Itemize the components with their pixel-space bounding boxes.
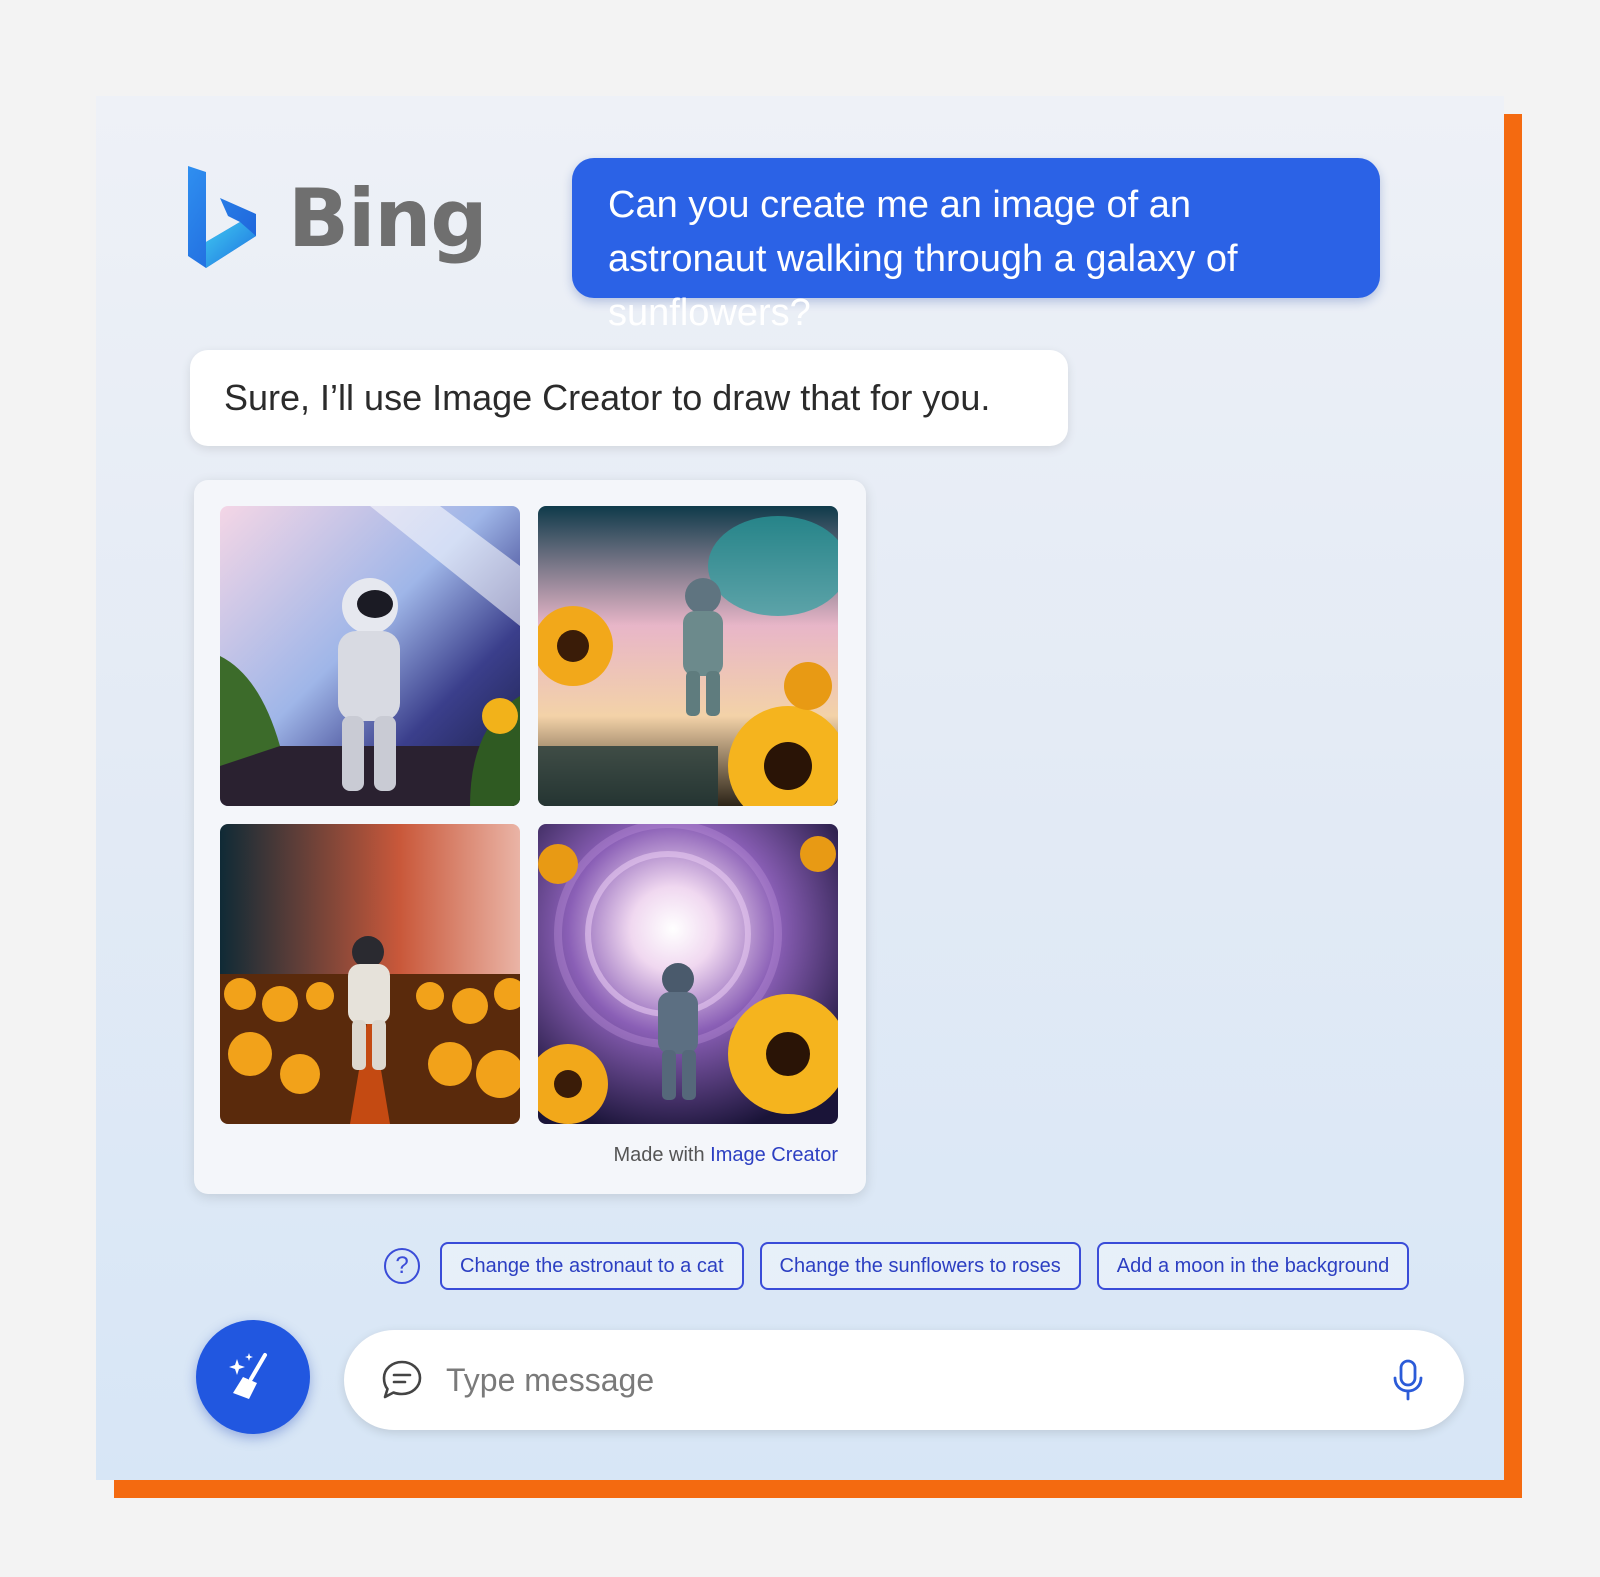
suggestion-row: ? Change the astronaut to a cat Change t… [384, 1242, 1410, 1290]
user-message-text: Can you create me an image of an astrona… [608, 184, 1238, 334]
bot-message-text: Sure, I’ll use Image Creator to draw tha… [224, 377, 991, 418]
generated-image-1[interactable] [220, 506, 520, 806]
chat-panel: Bing Can you create me an image of an as… [96, 96, 1504, 1480]
microphone-icon[interactable] [1388, 1358, 1428, 1402]
astronaut-sunflower-image-4 [538, 824, 838, 1124]
suggestion-chip-add-moon[interactable]: Add a moon in the background [1096, 1242, 1410, 1290]
chat-bubble-icon [380, 1358, 424, 1402]
image-credit: Made with Image Creator [613, 1144, 838, 1167]
generated-image-2[interactable] [538, 506, 838, 806]
user-message-bubble: Can you create me an image of an astrona… [572, 158, 1380, 334]
image-creator-link[interactable]: Image Creator [710, 1144, 838, 1166]
generated-image-4[interactable] [538, 824, 838, 1124]
bing-logo-text: Bing [288, 172, 488, 265]
bing-logo-icon [188, 166, 256, 268]
bot-message-bubble: Sure, I’ll use Image Creator to draw tha… [190, 350, 1068, 446]
message-input-bar [344, 1330, 1464, 1430]
astronaut-sunflower-image-1 [220, 506, 520, 806]
bing-logo: Bing [184, 164, 488, 274]
generated-image-3[interactable] [220, 824, 520, 1124]
image-creator-card: Made with Image Creator [194, 480, 866, 1194]
astronaut-sunflower-image-3 [220, 824, 520, 1124]
suggestion-chip-astronaut-cat[interactable]: Change the astronaut to a cat [440, 1242, 744, 1290]
image-credit-prefix: Made with [613, 1144, 705, 1166]
message-input[interactable] [444, 1360, 1388, 1400]
astronaut-sunflower-image-2 [538, 506, 838, 806]
suggestion-chip-sunflowers-roses[interactable]: Change the sunflowers to roses [759, 1242, 1081, 1290]
question-icon[interactable]: ? [384, 1248, 420, 1284]
broom-sparkle-icon [229, 1353, 267, 1399]
new-topic-button[interactable] [196, 1320, 310, 1434]
